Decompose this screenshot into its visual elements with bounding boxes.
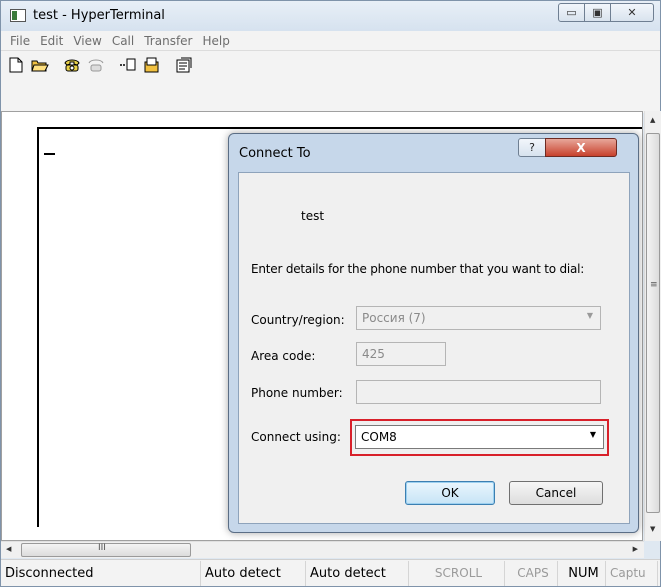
- new-icon[interactable]: [7, 56, 25, 74]
- menu-transfer[interactable]: Transfer: [139, 34, 197, 48]
- hyperterminal-app-icon: [10, 9, 26, 22]
- dial-prompt: Enter details for the phone number that …: [251, 262, 585, 276]
- scroll-up-icon[interactable]: ▲: [650, 116, 655, 124]
- close-button[interactable]: ✕: [610, 3, 654, 22]
- connect-using-value: COM8: [361, 430, 397, 444]
- maximize-button[interactable]: ▣: [584, 3, 611, 22]
- disconnect-icon[interactable]: [87, 56, 105, 74]
- area-code-label: Area code:: [251, 349, 316, 363]
- connect-using-select[interactable]: COM8 ▼: [355, 425, 604, 449]
- country-label: Country/region:: [251, 313, 345, 327]
- connection-name: test: [301, 209, 325, 223]
- connect-using-label: Connect using:: [251, 430, 341, 444]
- scroll-down-icon[interactable]: ▼: [650, 525, 655, 533]
- toolbar-spacer: [1, 79, 660, 113]
- status-capture: Captu: [606, 560, 658, 586]
- dialog-close-button[interactable]: X: [545, 138, 617, 157]
- send-icon[interactable]: [119, 56, 137, 74]
- receive-icon[interactable]: [143, 56, 161, 74]
- menu-help[interactable]: Help: [198, 34, 235, 48]
- status-bar: Disconnected Auto detect Auto detect SCR…: [1, 559, 660, 586]
- status-detect-2: Auto detect: [306, 560, 409, 586]
- status-connection: Disconnected: [1, 560, 201, 586]
- call-icon[interactable]: [63, 56, 81, 74]
- help-button[interactable]: ?: [518, 138, 546, 157]
- dialog-title: Connect To: [239, 146, 311, 161]
- scroll-left-icon[interactable]: ◀: [6, 545, 11, 553]
- dialog-body: test Enter details for the phone number …: [238, 172, 630, 524]
- grip-icon: III: [98, 543, 106, 553]
- country-select: Россия (7) ▼: [356, 306, 601, 330]
- connect-to-dialog: Connect To ? X test Enter details for th…: [228, 133, 639, 533]
- window-title: test - HyperTerminal: [33, 8, 165, 23]
- status-num: NUM: [558, 560, 606, 586]
- properties-icon[interactable]: [175, 56, 193, 74]
- open-icon[interactable]: [31, 56, 49, 74]
- toolbar: [1, 51, 660, 79]
- menu-file[interactable]: File: [5, 34, 35, 48]
- menu-edit[interactable]: Edit: [35, 34, 68, 48]
- menu-bar: File Edit View Call Transfer Help: [1, 31, 660, 51]
- menu-view[interactable]: View: [68, 34, 106, 48]
- status-scroll: SCROLL: [409, 560, 505, 586]
- minimize-button[interactable]: ▭: [558, 3, 585, 22]
- chevron-down-icon: ▼: [589, 430, 596, 439]
- area-code-value: 425: [362, 347, 385, 361]
- scroll-right-icon[interactable]: ▶: [633, 545, 638, 553]
- horizontal-scroll-thumb[interactable]: III: [21, 543, 191, 557]
- ok-button[interactable]: OK: [405, 481, 495, 505]
- status-caps: CAPS: [505, 560, 558, 586]
- phone-label: Phone number:: [251, 386, 343, 400]
- title-bar: test - HyperTerminal ▭ ▣ ✕: [1, 1, 660, 31]
- horizontal-scrollbar[interactable]: ◀ III ▶: [1, 541, 644, 558]
- vertical-scrollbar[interactable]: ▲ ≡ ▼: [644, 111, 661, 541]
- chevron-down-icon: ▼: [586, 311, 593, 320]
- country-value: Россия (7): [362, 311, 426, 325]
- grip-icon: ≡: [650, 280, 658, 290]
- phone-number-field: [356, 380, 601, 404]
- vertical-scroll-thumb[interactable]: ≡: [646, 133, 660, 513]
- cancel-button[interactable]: Cancel: [509, 481, 603, 505]
- menu-call[interactable]: Call: [107, 34, 139, 48]
- status-detect-1: Auto detect: [201, 560, 306, 586]
- terminal-cursor: [44, 153, 55, 155]
- area-code-field: 425: [356, 342, 446, 366]
